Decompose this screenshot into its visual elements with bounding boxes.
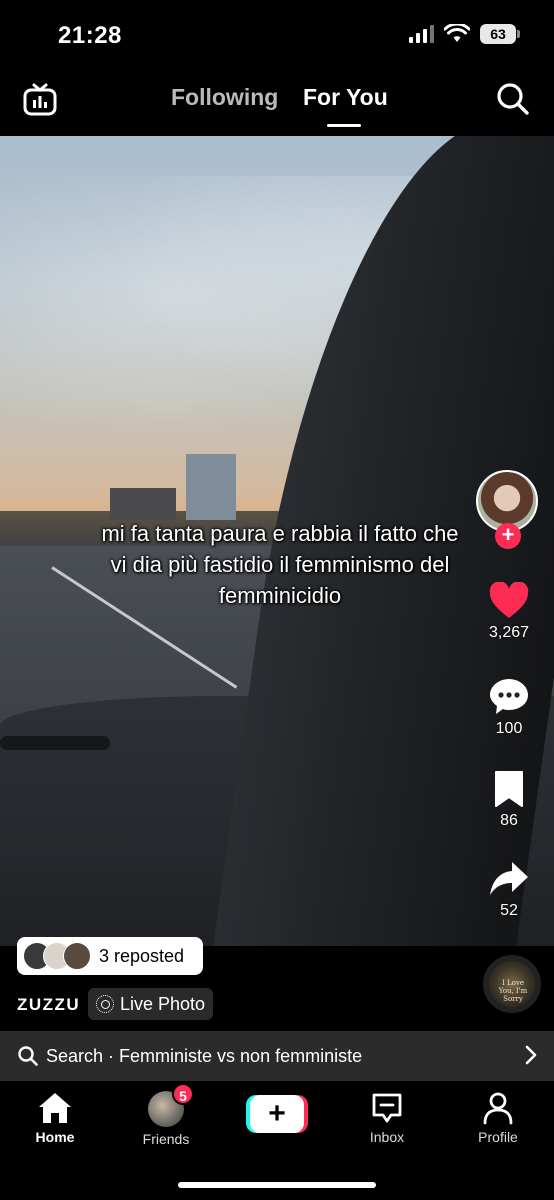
save-button[interactable]: 86: [472, 770, 546, 830]
share-arrow-icon: [490, 862, 528, 895]
share-count: 52: [500, 902, 518, 919]
author-name[interactable]: ZUZZU: [17, 995, 80, 1015]
nav-home-label: Home: [35, 1129, 75, 1145]
nav-friends-label: Friends: [142, 1131, 190, 1147]
dashboard-vent: [0, 736, 110, 750]
repost-badge[interactable]: 3 reposted: [17, 937, 203, 975]
status-time: 21:28: [58, 22, 122, 49]
repost-label: 3 reposted: [99, 945, 185, 966]
music-disc[interactable]: I Love You, I'm Sorry: [483, 955, 541, 1013]
top-nav: Following For You: [0, 70, 554, 136]
repost-avatar: [63, 942, 91, 970]
signal-icon: [409, 25, 434, 43]
save-count: 86: [500, 812, 518, 829]
tab-following[interactable]: Following: [171, 84, 278, 111]
nav-home[interactable]: Home: [15, 1091, 95, 1145]
friends-notification-badge: 5: [172, 1083, 194, 1105]
nav-inbox-label: Inbox: [369, 1129, 405, 1145]
home-icon: [39, 1093, 71, 1123]
search-icon: [18, 1046, 38, 1066]
live-photo-icon: [96, 995, 114, 1013]
inbox-icon: [372, 1093, 402, 1123]
nav-profile-label: Profile: [478, 1129, 518, 1145]
home-indicator[interactable]: [178, 1182, 376, 1188]
friends-avatar: 5: [148, 1083, 194, 1127]
like-button[interactable]: 3,267: [472, 582, 546, 642]
nav-profile[interactable]: Profile: [458, 1091, 538, 1145]
status-bar: 21:28 63: [0, 0, 554, 70]
comment-icon: [490, 679, 528, 714]
chevron-right-icon: [525, 1045, 537, 1065]
live-photo-tag[interactable]: Live Photo: [88, 988, 214, 1020]
search-icon[interactable]: [496, 82, 530, 116]
like-count: 3,267: [488, 624, 530, 641]
follow-button[interactable]: +: [495, 523, 521, 549]
plus-icon: +: [250, 1095, 304, 1133]
comment-count: 100: [495, 720, 523, 737]
related-search-text: Search · Femministe vs non femministe: [46, 1045, 363, 1066]
bookmark-icon: [495, 771, 523, 807]
video-caption: mi fa tanta paura e rabbia il fatto che …: [101, 521, 459, 608]
music-disc-title: I Love You, I'm Sorry: [498, 979, 528, 1003]
comment-button[interactable]: 100: [472, 676, 546, 738]
building: [110, 488, 176, 520]
tab-for-you[interactable]: For You: [303, 84, 388, 111]
related-search-bar[interactable]: Search · Femministe vs non femministe: [0, 1031, 554, 1081]
nav-friends[interactable]: 5 Friends: [126, 1083, 206, 1147]
wifi-icon: [444, 24, 470, 42]
live-tv-icon[interactable]: [22, 82, 58, 118]
nav-inbox[interactable]: Inbox: [347, 1091, 427, 1145]
profile-icon: [483, 1092, 513, 1125]
live-photo-label: Live Photo: [120, 993, 206, 1014]
billboard: [186, 454, 236, 520]
bottom-nav: Home 5 Friends + Inbox Profile: [0, 1081, 554, 1200]
active-tab-indicator: [327, 124, 361, 127]
status-icons: 63: [409, 24, 520, 44]
battery-icon: 63: [480, 24, 520, 44]
heart-icon: [489, 582, 529, 618]
repost-avatars: [23, 942, 95, 970]
create-button[interactable]: +: [246, 1095, 308, 1133]
share-button[interactable]: 52: [472, 860, 546, 920]
